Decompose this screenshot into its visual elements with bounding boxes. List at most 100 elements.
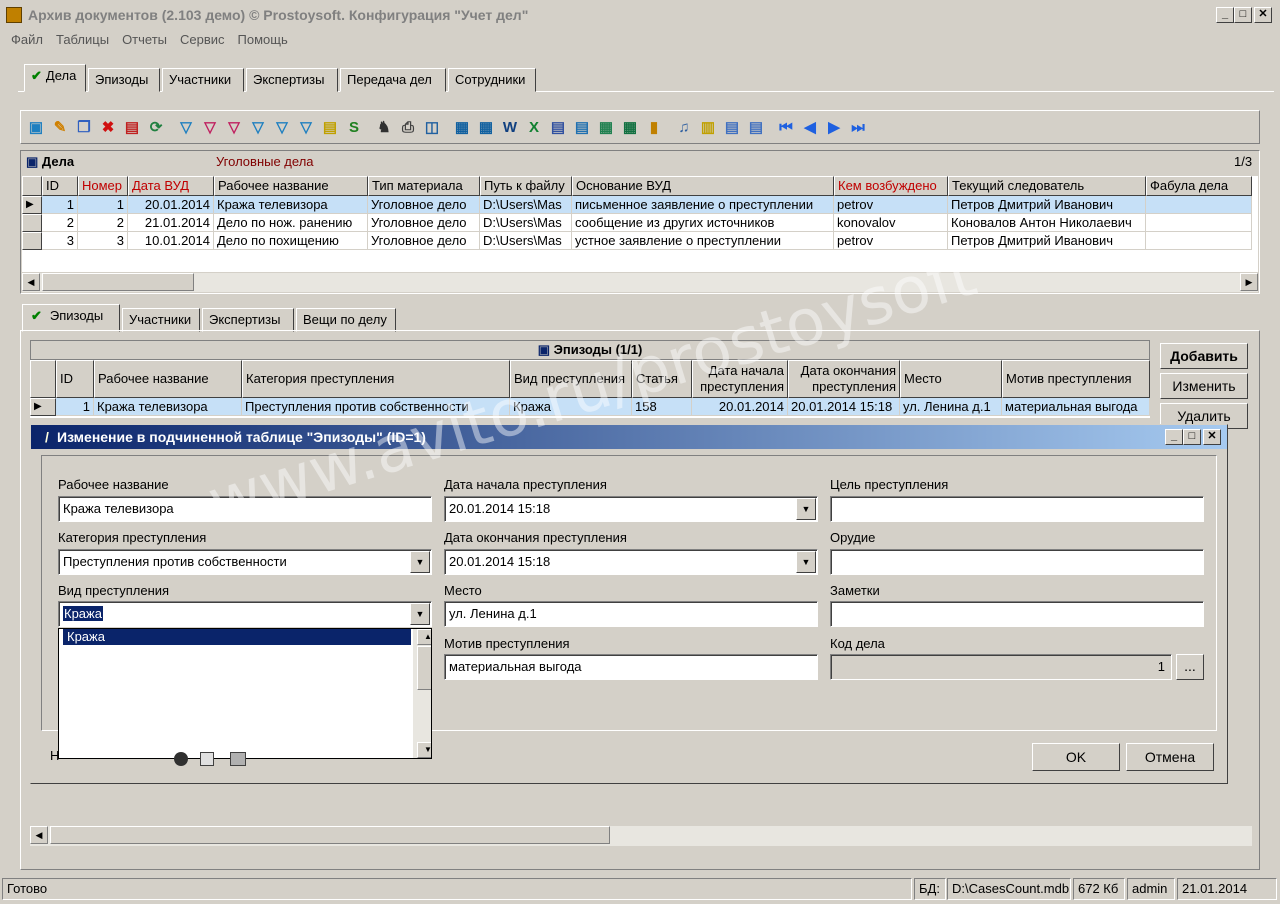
menu-item-3[interactable]: Сервис [180,32,225,47]
table-cell[interactable]: Кража телевизора [94,398,242,416]
column-header[interactable]: ID [56,360,94,398]
filter-folder-icon[interactable]: ▤ [319,116,341,138]
name-field[interactable]: Кража телевизора [58,496,432,522]
start-date-field[interactable]: 20.01.2014 15:18 ▼ [444,496,818,522]
column-header[interactable]: Тип материала [368,176,480,196]
filter-edit-icon[interactable]: ▽ [271,116,293,138]
table-cell[interactable]: письменное заявление о преступлении [572,196,834,214]
copy-icon[interactable]: ❐ [73,116,95,138]
help-icon[interactable] [174,752,188,766]
table-cell[interactable]: 20.01.2014 [128,196,214,214]
edit-button[interactable]: Изменить [1160,373,1248,399]
table-cell[interactable] [1146,196,1252,214]
table-cell[interactable]: 3 [42,232,78,250]
row-indicator[interactable] [22,214,42,232]
column-header[interactable]: Путь к файлу [480,176,572,196]
subtab-3[interactable]: Вещи по делу [296,308,396,332]
table-cell[interactable]: 3 [78,232,128,250]
table-cell[interactable]: 1 [78,196,128,214]
dialog-maximize-icon[interactable]: □ [1183,429,1201,445]
column-header[interactable]: Вид преступления [510,360,632,398]
table-cell[interactable]: Дело по похищению [214,232,368,250]
close-icon[interactable]: ✕ [1254,7,1272,23]
add-button[interactable]: Добавить [1160,343,1248,369]
table-cell[interactable]: D:\Users\Mas [480,214,572,232]
excel-icon[interactable]: X [523,116,545,138]
table-cell[interactable]: 10.01.2014 [128,232,214,250]
report2-icon[interactable]: ▤ [571,116,593,138]
browse-button[interactable]: ... [1176,654,1204,680]
table-cell[interactable]: Уголовное дело [368,214,480,232]
export-icon[interactable]: ▦ [451,116,473,138]
page-icon[interactable] [200,752,214,766]
next-icon[interactable]: ▶ [823,116,845,138]
goal-field[interactable] [830,496,1204,522]
table-cell[interactable]: D:\Users\Mas [480,232,572,250]
print-icon[interactable]: ⎙ [397,116,419,138]
subtab-2[interactable]: Экспертизы [202,308,294,332]
table-cell[interactable]: 20.01.2014 15:18 [788,398,900,416]
table-cell[interactable]: устное заявление о преступлении [572,232,834,250]
column-header[interactable]: Текущий следователь [948,176,1146,196]
form-icon[interactable]: ▤ [721,116,743,138]
tab-1[interactable]: Эпизоды [88,68,160,92]
report3-icon[interactable]: ▦ [595,116,617,138]
table-cell[interactable]: konovalov [834,214,948,232]
table-cell[interactable]: Кража телевизора [214,196,368,214]
tab-5[interactable]: Сотрудники [448,68,536,92]
tab-3[interactable]: Экспертизы [246,68,338,92]
column-header[interactable]: Место [900,360,1002,398]
chevron-down-icon[interactable]: ▼ [796,551,816,573]
case-code-field[interactable]: 1 [830,654,1172,680]
column-header[interactable]: Номер [78,176,128,196]
column-header[interactable]: Рабочее название [214,176,368,196]
prev-icon[interactable]: ◀ [799,116,821,138]
table-cell[interactable]: Кража [510,398,632,416]
last-icon[interactable]: ⏭ [847,116,869,138]
table-cell[interactable]: 2 [42,214,78,232]
table-cell[interactable]: материальная выгода [1002,398,1150,416]
maximize-icon[interactable]: □ [1234,7,1252,23]
word-icon[interactable]: W [499,116,521,138]
column-header[interactable]: Мотив преступления [1002,360,1150,398]
row-indicator[interactable] [22,232,42,250]
find-icon[interactable]: ♞ [373,116,395,138]
table-cell[interactable]: petrov [834,232,948,250]
column-header[interactable]: Основание ВУД [572,176,834,196]
table-cell[interactable]: 158 [632,398,692,416]
dropdown-option[interactable]: Кража [63,629,411,646]
chevron-down-icon[interactable]: ▼ [410,603,430,625]
notes-field[interactable] [830,601,1204,627]
table-icon[interactable]: ▤ [121,116,143,138]
menu-item-4[interactable]: Помощь [238,32,288,47]
place-field[interactable]: ул. Ленина д.1 [444,601,818,627]
filter-select-icon[interactable]: ▽ [295,116,317,138]
add-record-icon[interactable]: ▣ [25,116,47,138]
table-cell[interactable]: Уголовное дело [368,196,480,214]
report-icon[interactable]: ▤ [547,116,569,138]
tab-0[interactable]: ✔ Дела [24,64,86,92]
table-cell[interactable]: 1 [42,196,78,214]
sql-icon[interactable]: S [343,116,365,138]
preview-icon[interactable]: ◫ [421,116,443,138]
weapon-field[interactable] [830,549,1204,575]
row-indicator[interactable]: ▶ [22,196,42,214]
table-cell[interactable]: 20.01.2014 [692,398,788,416]
filter-icon[interactable]: ▽ [175,116,197,138]
type-dropdown-list[interactable]: КражаМошенничествоМошенничество в сфере … [58,628,432,759]
table-cell[interactable]: Уголовное дело [368,232,480,250]
table-cell[interactable]: D:\Users\Mas [480,196,572,214]
table-cell[interactable]: 2 [78,214,128,232]
table-cell[interactable]: 21.01.2014 [128,214,214,232]
filter-remove-icon[interactable]: ▽ [223,116,245,138]
first-icon[interactable]: ⏮ [775,116,797,138]
sort-icon[interactable]: ♫ [673,116,695,138]
table-cell[interactable] [1146,232,1252,250]
table-cell[interactable] [1146,214,1252,232]
minimize-icon[interactable]: _ [1216,7,1234,23]
table-cell[interactable]: ул. Ленина д.1 [900,398,1002,416]
import-icon[interactable]: ▦ [475,116,497,138]
menu-item-0[interactable]: Файл [11,32,43,47]
row-indicator[interactable]: ▶ [30,398,56,416]
column-header[interactable]: Дата начала преступления [692,360,788,398]
